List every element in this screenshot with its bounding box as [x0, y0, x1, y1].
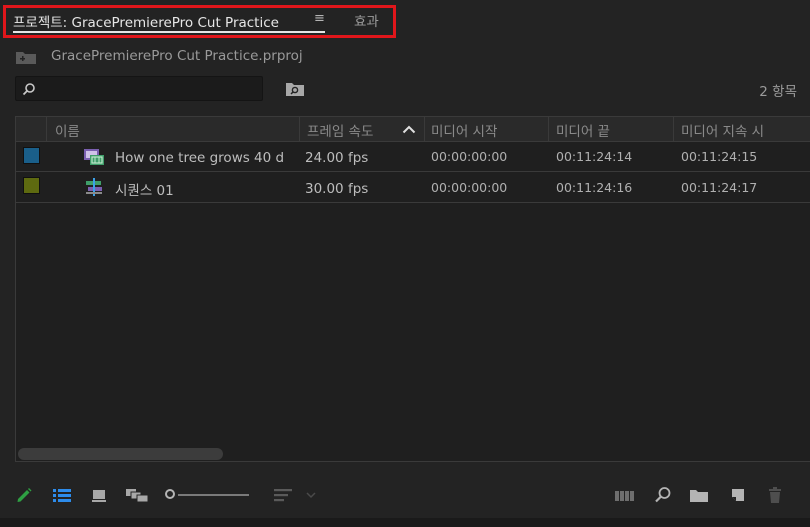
item-media-start: 00:00:00:00 — [431, 149, 508, 164]
list-view-icon[interactable] — [52, 486, 72, 504]
project-bin-icon — [16, 52, 36, 64]
label-color-swatch[interactable] — [23, 177, 40, 194]
horizontal-scrollbar[interactable] — [18, 448, 223, 460]
item-media-duration: 00:11:24:17 — [681, 180, 758, 195]
table-header: 이름 프레임 속도 미디어 시작 미디어 끝 미디어 지속 시 — [16, 117, 810, 142]
highlight-box — [3, 5, 396, 38]
find-icon[interactable] — [654, 486, 672, 504]
automate-to-sequence-icon[interactable] — [614, 486, 636, 504]
column-separator[interactable] — [548, 117, 549, 141]
item-frame-rate: 24.00 fps — [305, 150, 369, 166]
column-separator[interactable] — [424, 117, 425, 141]
column-separator[interactable] — [673, 117, 674, 141]
table-row[interactable]: How one tree grows 40 d 24.00 fps 00:00:… — [16, 141, 810, 172]
column-separator[interactable] — [299, 117, 300, 141]
item-name[interactable]: How one tree grows 40 d — [115, 150, 284, 166]
project-items-table: 이름 프레임 속도 미디어 시작 미디어 끝 미디어 지속 시 How one … — [15, 116, 810, 462]
column-header-frame-rate[interactable]: 프레임 속도 — [307, 120, 373, 140]
item-name[interactable]: 시퀀스 01 — [115, 179, 174, 199]
column-header-media-start[interactable]: 미디어 시작 — [431, 120, 497, 140]
freeform-view-icon[interactable] — [125, 486, 149, 504]
pencil-icon[interactable] — [15, 486, 33, 504]
trash-icon[interactable] — [767, 486, 783, 504]
video-clip-icon — [84, 149, 104, 165]
sequence-icon — [86, 178, 102, 196]
icon-view-icon[interactable] — [91, 486, 107, 504]
column-header-media-end[interactable]: 미디어 끝 — [556, 120, 610, 140]
column-header-name[interactable]: 이름 — [55, 120, 80, 140]
sort-icons-icon[interactable] — [273, 486, 319, 504]
item-media-end: 00:11:24:16 — [556, 180, 633, 195]
sort-ascending-icon[interactable] — [402, 125, 416, 134]
new-search-bin-icon[interactable] — [285, 81, 305, 97]
item-frame-rate: 30.00 fps — [305, 181, 369, 197]
search-input[interactable] — [15, 76, 263, 101]
new-bin-icon[interactable] — [689, 486, 709, 504]
column-separator[interactable] — [46, 117, 47, 141]
zoom-slider-knob[interactable] — [165, 489, 175, 499]
zoom-slider[interactable] — [178, 494, 249, 496]
item-media-duration: 00:11:24:15 — [681, 149, 758, 164]
column-header-media-duration[interactable]: 미디어 지속 시 — [681, 120, 764, 140]
item-media-start: 00:00:00:00 — [431, 180, 508, 195]
table-row[interactable]: 시퀀스 01 30.00 fps 00:00:00:00 00:11:24:16… — [16, 172, 810, 203]
item-media-end: 00:11:24:14 — [556, 149, 633, 164]
item-count: 2 항목 — [759, 84, 797, 100]
panel-bottom-edge — [0, 518, 810, 527]
new-item-icon[interactable] — [729, 486, 747, 504]
label-color-swatch[interactable] — [23, 147, 40, 164]
search-icon — [22, 83, 35, 96]
project-filename: GracePremierePro Cut Practice.prproj — [51, 48, 303, 64]
